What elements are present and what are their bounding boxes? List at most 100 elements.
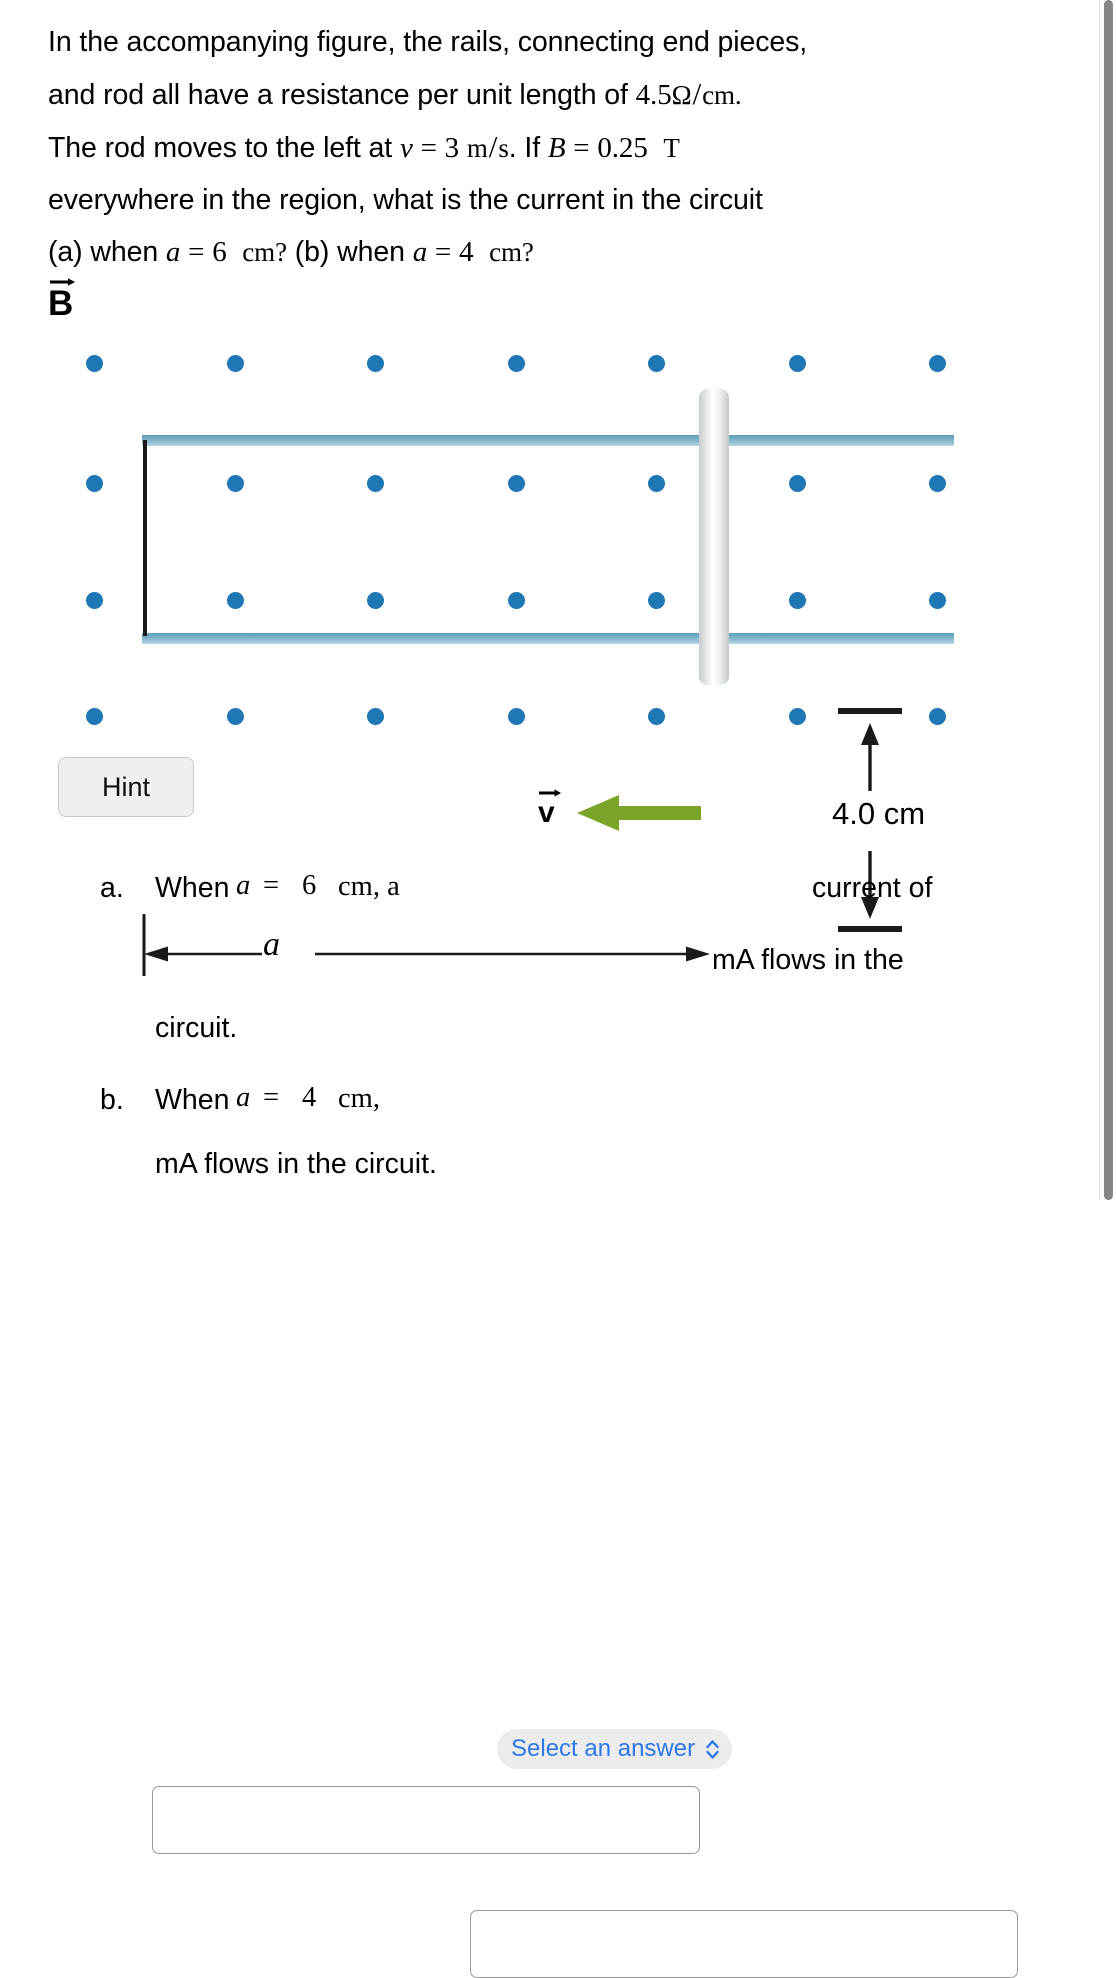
vertical-scrollbar-track[interactable]: [1099, 0, 1116, 1200]
field-dot: [367, 355, 384, 372]
part-b-value: 4: [302, 1082, 317, 1113]
hint-button[interactable]: Hint: [58, 757, 194, 817]
field-dot: [367, 708, 384, 725]
rail-top: [142, 435, 954, 446]
distance-value-a: 6: [212, 236, 227, 268]
part-a-text-after-dropdown: current of: [812, 872, 933, 904]
resistance-value: 4.5: [635, 79, 672, 111]
part-a-variable: a: [236, 870, 251, 901]
velocity-vector-label-text: v: [538, 796, 555, 829]
problem-text-5: (a) when: [48, 236, 166, 268]
unit-cm-b: cm?: [489, 237, 534, 267]
velocity-value: 3: [444, 132, 460, 164]
field-dot: [788, 592, 806, 609]
equals-3: =: [188, 236, 205, 268]
select-answer-dropdown[interactable]: Select an answer: [497, 1729, 733, 1769]
rail-bottom: [142, 633, 954, 644]
equals-1: =: [420, 132, 437, 164]
resistance-unit-denominator: cm: [702, 80, 735, 110]
field-dot: [929, 708, 946, 725]
distance-symbol-a: a: [165, 236, 181, 268]
velocity-unit-numerator: m: [466, 133, 488, 163]
field-dot: [648, 592, 665, 609]
ohm-symbol: Ω: [671, 80, 692, 110]
problem-line-4: everywhere in the region, what is the cu…: [48, 174, 1058, 226]
answer-input-part-b[interactable]: [470, 1910, 1018, 1978]
chevron-updown-icon: [706, 1739, 719, 1759]
field-dot: [929, 475, 946, 492]
part-a-marker: a.: [100, 872, 124, 904]
distance-value-b: 4: [459, 236, 474, 268]
distance-symbol-b: a: [412, 236, 428, 268]
field-dot: [788, 708, 806, 725]
velocity-arrow-icon: [577, 795, 701, 831]
answer-input-part-a[interactable]: [152, 1786, 700, 1854]
equals-2: =: [573, 132, 590, 164]
field-dot: [367, 592, 384, 609]
problem-text-4: everywhere in the region, what is the cu…: [48, 184, 763, 216]
part-a-unit: cm, a: [338, 871, 400, 902]
part-b-unit: cm,: [338, 1083, 380, 1114]
answers-section: a. When a = 6 cm, a Select an answer cur…: [0, 860, 1070, 1978]
magnetic-field-label-text: B: [48, 284, 74, 323]
tesla-unit: T: [663, 133, 680, 163]
part-b-variable: a: [236, 1082, 251, 1113]
part-a-value: 6: [302, 870, 317, 901]
field-dot: [507, 708, 525, 725]
problem-line-3: The rod moves to the left at v = 3 m/s. …: [48, 129, 680, 164]
field-dot: [507, 592, 525, 609]
hint-button-label: Hint: [101, 771, 150, 802]
field-dot: [788, 355, 806, 372]
field-dot: [929, 355, 946, 372]
field-dot: [929, 592, 946, 609]
sliding-rod: [699, 388, 729, 686]
part-a-text-last-line: circuit.: [155, 1012, 238, 1044]
part-b-text-after-input: mA flows in the circuit.: [155, 1148, 437, 1180]
field-dot: [226, 355, 244, 372]
part-a-equals: =: [263, 870, 280, 901]
field-dot: [648, 355, 665, 372]
vertical-scrollbar-thumb[interactable]: [1104, 0, 1113, 1200]
field-dot: [507, 355, 525, 372]
part-b-equals: =: [263, 1082, 280, 1113]
problem-statement: In the accompanying figure, the rails, c…: [48, 16, 1058, 278]
field-dot: [226, 475, 244, 492]
magnetic-field-label: B: [48, 278, 75, 323]
part-b-marker: b.: [100, 1084, 124, 1116]
page-content: In the accompanying figure, the rails, c…: [0, 0, 1070, 1978]
vector-arrow-icon: [539, 789, 561, 797]
field-dot: [648, 708, 665, 725]
problem-text-5b: (b) when: [286, 236, 413, 268]
field-dot: [788, 475, 806, 492]
field-dot: [86, 708, 103, 725]
connecting-end-piece: [143, 440, 147, 636]
field-dot: [86, 592, 103, 609]
magnetic-field-value: 0.25: [597, 132, 648, 164]
field-dot: [648, 475, 665, 492]
height-label: 4.0 cm: [832, 796, 926, 831]
select-answer-label: Select an answer: [511, 1735, 696, 1762]
problem-text-2: and rod all have a resistance per unit l…: [48, 79, 636, 111]
field-dot: [226, 708, 244, 725]
problem-line-2: and rod all have a resistance per unit l…: [48, 76, 742, 111]
velocity-unit-denominator: s: [498, 133, 509, 163]
problem-line-5: (a) when a = 6 cm? (b) when a = 4 cm?: [48, 226, 1058, 278]
field-dot: [226, 592, 244, 609]
unit-cm-a: cm?: [242, 237, 287, 267]
problem-text-3: The rod moves to the left at: [48, 132, 400, 164]
problem-line-1: In the accompanying figure, the rails, c…: [48, 16, 1058, 68]
field-dot: [367, 475, 384, 492]
magnetic-field-symbol: B: [547, 132, 566, 164]
part-b-text-before: When: [155, 1084, 230, 1116]
velocity-symbol: v: [399, 132, 413, 164]
part-a-text-after-input: mA flows in the: [712, 944, 904, 976]
problem-text-1: In the accompanying figure, the rails, c…: [48, 26, 808, 58]
problem-text-3b: . If: [508, 132, 548, 164]
field-dot: [507, 475, 525, 492]
vector-arrow-icon: [50, 278, 75, 286]
part-a-text-before: When: [155, 872, 230, 904]
equals-4: =: [434, 236, 452, 268]
physics-figure: B v a 4.0 cm: [0, 278, 1010, 976]
velocity-vector-label: v: [538, 789, 561, 829]
field-dot: [86, 475, 103, 492]
